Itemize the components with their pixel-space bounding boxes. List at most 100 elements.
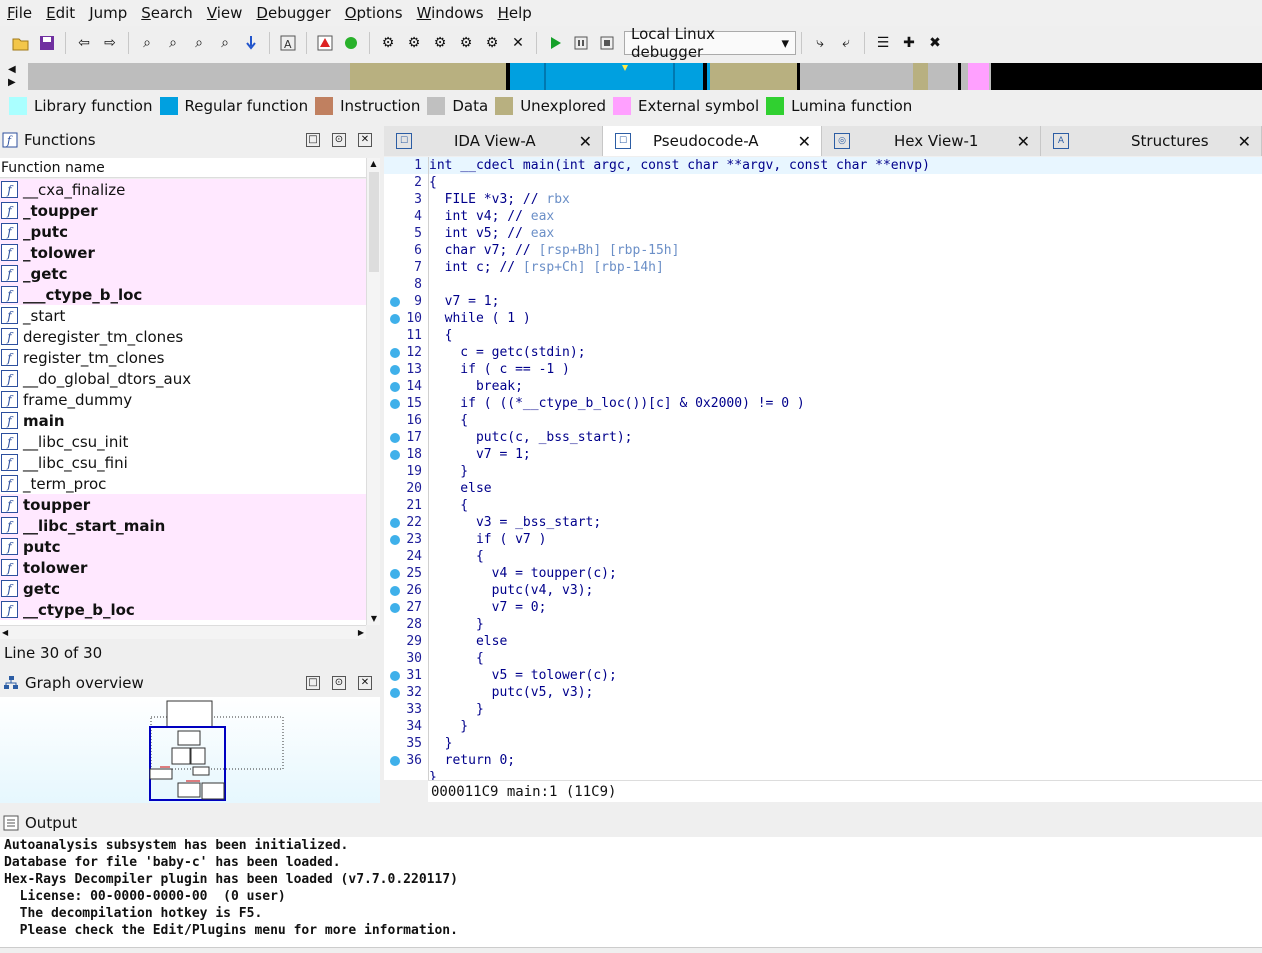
graph-icon-2[interactable]: ⚙ bbox=[403, 32, 425, 54]
debug-list-icon[interactable]: ☰ bbox=[872, 32, 894, 54]
code-line[interactable]: 20 else bbox=[384, 480, 1262, 497]
function-row[interactable]: f __libc_start_main bbox=[0, 515, 366, 536]
code-line[interactable]: 1 int __cdecl main(int argc, const char *… bbox=[384, 157, 1262, 174]
code-line[interactable]: 11 { bbox=[384, 327, 1262, 344]
navigation-bar[interactable] bbox=[28, 63, 1262, 90]
function-row[interactable]: f _term_proc bbox=[0, 473, 366, 494]
code-line[interactable]: } bbox=[384, 769, 1262, 780]
code-line[interactable]: 34 } bbox=[384, 718, 1262, 735]
breakpoint-dot-icon[interactable] bbox=[390, 297, 400, 307]
warning-icon[interactable] bbox=[314, 32, 336, 54]
code-line[interactable]: 3 FILE *v3; // rbx bbox=[384, 191, 1262, 208]
close-icon[interactable]: ✕ bbox=[1238, 132, 1251, 151]
code-line[interactable]: 33 } bbox=[384, 701, 1262, 718]
close-icon[interactable]: ✕ bbox=[798, 132, 811, 151]
functions-horizontal-scrollbar[interactable]: ◀ ▶ bbox=[0, 625, 366, 639]
code-line[interactable]: 32 putc(v5, v3); bbox=[384, 684, 1262, 701]
breakpoint-dot-icon[interactable] bbox=[390, 365, 400, 375]
menu-view[interactable]: View bbox=[200, 0, 250, 26]
function-row[interactable]: f main bbox=[0, 410, 366, 431]
breakpoint-dot-icon[interactable] bbox=[390, 603, 400, 613]
code-line[interactable]: 8 bbox=[384, 276, 1262, 293]
graph-overview-canvas[interactable] bbox=[0, 697, 380, 803]
function-row[interactable]: f getc bbox=[0, 578, 366, 599]
function-row[interactable]: f _getc bbox=[0, 263, 366, 284]
menu-file[interactable]: File bbox=[0, 0, 39, 26]
close-icon[interactable]: ✕ bbox=[358, 676, 372, 690]
tab-structures[interactable]: A Structures ✕ bbox=[1041, 126, 1262, 156]
code-line[interactable]: 4 int v4; // eax bbox=[384, 208, 1262, 225]
maximize-icon[interactable]: □ bbox=[306, 676, 320, 690]
code-line[interactable]: 30 { bbox=[384, 650, 1262, 667]
float-icon[interactable]: ⊙ bbox=[332, 133, 346, 147]
function-row[interactable]: f __cxa_finalize bbox=[0, 179, 366, 200]
binoculars-icon[interactable]: ⌕ bbox=[136, 32, 158, 54]
close-icon[interactable]: ✕ bbox=[358, 133, 372, 147]
nav-band-arrows[interactable]: ◀ ▶ bbox=[8, 63, 24, 91]
tab-pseudocode-a[interactable]: ☐ Pseudocode-A ✕ bbox=[603, 126, 822, 156]
graph-icon-3[interactable]: ⚙ bbox=[429, 32, 451, 54]
float-icon[interactable]: ⊙ bbox=[332, 676, 346, 690]
code-line[interactable]: 36 return 0; bbox=[384, 752, 1262, 769]
graph-icon-1[interactable]: ⚙ bbox=[377, 32, 399, 54]
functions-column-header[interactable]: Function name bbox=[0, 158, 366, 178]
open-file-icon[interactable] bbox=[10, 32, 32, 54]
function-row[interactable]: f __do_global_dtors_aux bbox=[0, 368, 366, 389]
menu-debugger[interactable]: Debugger bbox=[249, 0, 337, 26]
function-row[interactable]: f _start bbox=[0, 305, 366, 326]
code-line[interactable]: 6 char v7; // [rsp+Bh] [rbp-15h] bbox=[384, 242, 1262, 259]
code-line[interactable]: 26 putc(v4, v3); bbox=[384, 582, 1262, 599]
scrollbar-thumb[interactable] bbox=[369, 172, 379, 272]
code-line[interactable]: 29 else bbox=[384, 633, 1262, 650]
graph-icon-5[interactable]: ⚙ bbox=[481, 32, 503, 54]
breakpoint-dot-icon[interactable] bbox=[390, 535, 400, 545]
scroll-left-icon[interactable]: ◀ bbox=[2, 626, 8, 639]
breakpoint-dot-icon[interactable] bbox=[390, 756, 400, 766]
pause-icon[interactable] bbox=[570, 32, 592, 54]
breakpoint-remove-icon[interactable]: ✖ bbox=[924, 32, 946, 54]
breakpoint-dot-icon[interactable] bbox=[390, 688, 400, 698]
function-row[interactable]: f ___ctype_b_loc bbox=[0, 284, 366, 305]
tab-hex-view-1[interactable]: ◎ Hex View-1 ✕ bbox=[822, 126, 1041, 156]
tab-ida-view-a[interactable]: ☐ IDA View-A ✕ bbox=[384, 126, 603, 156]
function-row[interactable]: f deregister_tm_clones bbox=[0, 326, 366, 347]
scroll-down-icon[interactable]: ▼ bbox=[367, 613, 381, 625]
output-log[interactable]: Autoanalysis subsystem has been initiali… bbox=[0, 837, 1262, 947]
function-row[interactable]: f _toupper bbox=[0, 200, 366, 221]
breakpoint-dot-icon[interactable] bbox=[390, 518, 400, 528]
menu-windows[interactable]: Windows bbox=[410, 0, 491, 26]
menu-search[interactable]: Search bbox=[134, 0, 200, 26]
function-row[interactable]: f _putc bbox=[0, 221, 366, 242]
code-line[interactable]: 23 if ( v7 ) bbox=[384, 531, 1262, 548]
code-line[interactable]: 15 if ( ((*__ctype_b_loc())[c] & 0x2000)… bbox=[384, 395, 1262, 412]
back-arrow-icon[interactable]: ⇦ bbox=[73, 32, 95, 54]
breakpoint-dot-icon[interactable] bbox=[390, 382, 400, 392]
debug-step-icon[interactable]: ⤷ bbox=[809, 32, 831, 54]
green-ball-icon[interactable] bbox=[340, 32, 362, 54]
breakpoint-dot-icon[interactable] bbox=[390, 586, 400, 596]
code-line[interactable]: 21 { bbox=[384, 497, 1262, 514]
code-line[interactable]: 19 } bbox=[384, 463, 1262, 480]
cross-tools-icon[interactable]: ✕ bbox=[507, 32, 529, 54]
forward-arrow-icon[interactable]: ⇨ bbox=[99, 32, 121, 54]
code-line[interactable]: 28 } bbox=[384, 616, 1262, 633]
breakpoint-dot-icon[interactable] bbox=[390, 314, 400, 324]
function-row[interactable]: f register_tm_clones bbox=[0, 347, 366, 368]
scroll-up-icon[interactable]: ▲ bbox=[367, 158, 380, 170]
play-icon[interactable] bbox=[544, 32, 566, 54]
breakpoint-dot-icon[interactable] bbox=[390, 399, 400, 409]
scroll-right-icon[interactable]: ▶ bbox=[358, 626, 364, 639]
code-line[interactable]: 2{ bbox=[384, 174, 1262, 191]
function-row[interactable]: f __libc_csu_fini bbox=[0, 452, 366, 473]
code-line[interactable]: 31 v5 = tolower(c); bbox=[384, 667, 1262, 684]
menu-edit[interactable]: Edit bbox=[39, 0, 82, 26]
maximize-icon[interactable]: □ bbox=[306, 133, 320, 147]
save-icon[interactable] bbox=[36, 32, 58, 54]
breakpoint-add-icon[interactable]: ✚ bbox=[898, 32, 920, 54]
code-line[interactable]: 12 c = getc(stdin); bbox=[384, 344, 1262, 361]
code-line[interactable]: 13 if ( c == -1 ) bbox=[384, 361, 1262, 378]
stop-icon[interactable] bbox=[596, 32, 618, 54]
breakpoint-dot-icon[interactable] bbox=[390, 433, 400, 443]
debugger-select[interactable]: Local Linux debugger ▾ bbox=[624, 25, 796, 61]
breakpoint-dot-icon[interactable] bbox=[390, 450, 400, 460]
